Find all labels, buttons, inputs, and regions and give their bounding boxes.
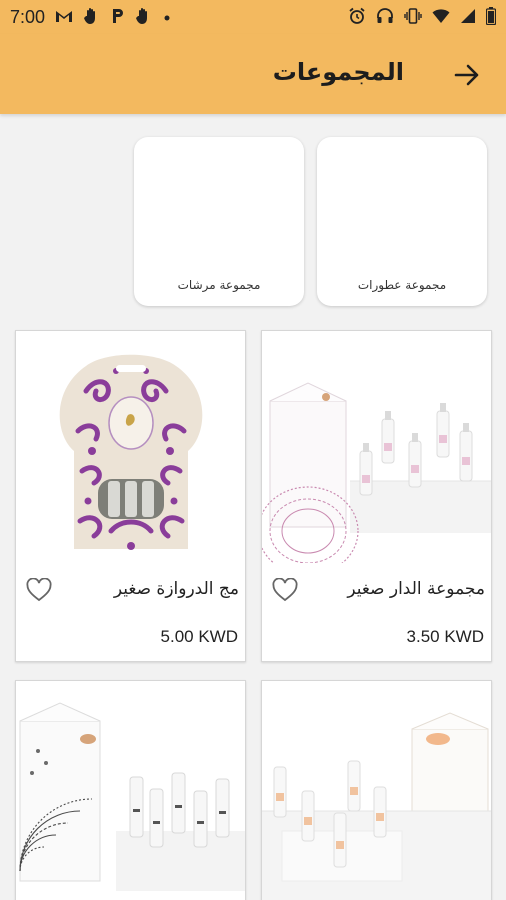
page-title: المجموعات [272,58,404,86]
category-card[interactable]: مجموعة عطورات [317,137,487,306]
product-image[interactable] [16,331,245,563]
product-card[interactable]: مجموعة الدار صغير 3.50 KWD [261,330,492,662]
category-label: مجموعة مرشات [177,278,261,292]
app-bar: المجموعات [0,34,506,114]
heart-icon[interactable] [26,578,52,602]
hand-icon [83,7,101,28]
alarm-icon [348,7,366,28]
signal-icon [460,8,476,27]
dot-icon [163,10,171,25]
status-bar: 7:00 [0,0,506,34]
headset-icon [376,7,394,28]
product-price: 5.00 KWD [160,627,238,646]
hand-icon [135,7,153,28]
product-name: مجموعة الدار صغير [347,579,485,599]
gmail-icon [55,9,73,26]
product-card[interactable]: مج الدروازة صغير 5.00 KWD [15,330,246,662]
product-card[interactable] [261,680,492,900]
parking-icon [111,8,125,27]
product-image[interactable] [262,331,491,563]
product-card[interactable] [15,680,246,900]
product-name: مج الدروازة صغير [113,579,239,599]
product-image[interactable] [16,681,245,900]
category-card[interactable]: مجموعة مرشات [134,137,304,306]
vibrate-icon [404,7,422,28]
product-image[interactable] [262,681,491,900]
status-time: 7:00 [10,6,46,27]
arrow-icon [454,64,479,86]
product-price: 3.50 KWD [406,627,484,646]
back-button[interactable] [452,60,482,90]
battery-icon [485,6,497,28]
wifi-icon [432,8,450,27]
category-label: مجموعة عطورات [357,278,447,292]
heart-icon[interactable] [272,578,298,602]
